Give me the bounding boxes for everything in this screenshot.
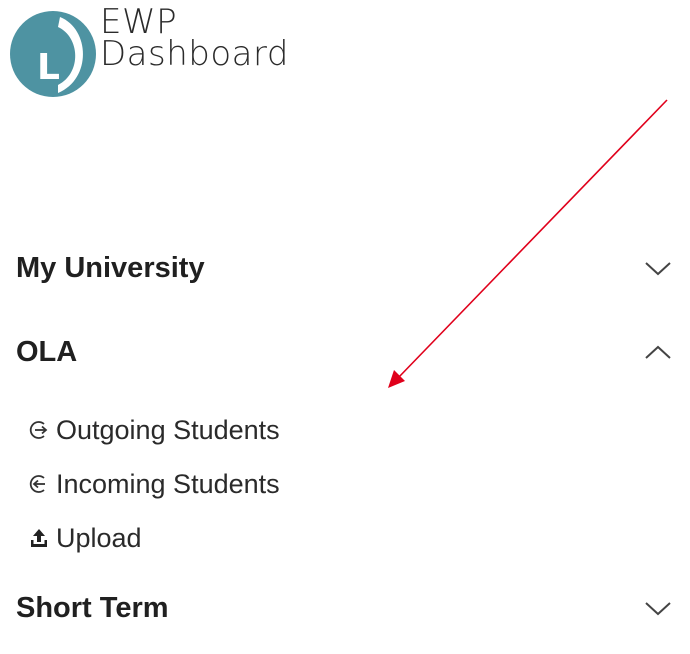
chevron-up-icon <box>645 345 671 359</box>
nav-section-my-university[interactable]: My University <box>16 240 680 300</box>
nav-section-short-term[interactable]: Short Term <box>16 580 680 640</box>
nav-section-ola[interactable]: OLA <box>16 324 680 384</box>
nav-item-incoming-students[interactable]: Incoming Students <box>28 462 368 506</box>
nav-section-label: OLA <box>16 336 78 368</box>
nav-item-label: Outgoing Students <box>56 414 280 445</box>
arrow-right-circle-icon <box>29 421 48 439</box>
nav-item-label: Upload <box>56 522 142 553</box>
arrow-left-circle-icon <box>29 475 45 493</box>
nav-item-label: Incoming Students <box>56 468 280 499</box>
nav-section-label: My University <box>16 252 205 284</box>
chevron-down-icon <box>645 262 671 276</box>
upload-icon <box>31 529 47 547</box>
chevron-down-icon <box>645 602 671 616</box>
nav-item-outgoing-students[interactable]: Outgoing Students <box>28 408 368 452</box>
logo-mark-letter: L <box>37 47 60 88</box>
logo-mark-icon: L <box>10 11 96 97</box>
logo-text: EWP Dashboard <box>100 5 289 74</box>
nav-item-upload[interactable]: Upload <box>28 516 368 560</box>
app-logo[interactable]: L EWP Dashboard <box>8 5 338 97</box>
nav-section-label: Short Term <box>16 592 169 624</box>
logo-line2: Dashboard <box>100 34 289 74</box>
